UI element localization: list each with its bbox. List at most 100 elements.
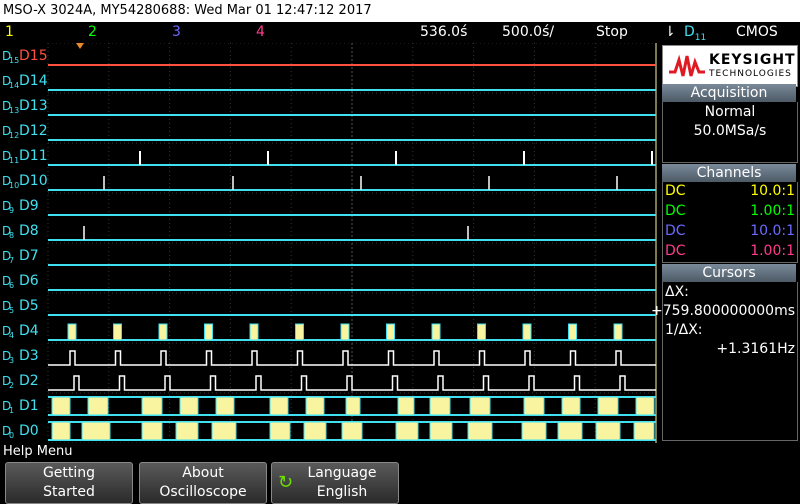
language-softkey[interactable]: ↻ Language English — [271, 462, 399, 504]
pulse-d0 — [429, 421, 453, 441]
ch3-coupling: DC — [665, 223, 686, 239]
channel-sub-d10: 10 — [9, 181, 19, 190]
pulse-d4 — [386, 323, 395, 341]
pulse-d0 — [341, 421, 363, 441]
pulse-d1 — [635, 396, 655, 416]
pulse-d4 — [249, 323, 259, 341]
softkey-label-line2: English — [316, 484, 368, 500]
channel-name-d13: D13 — [19, 98, 48, 114]
logic-type[interactable]: CMOS — [736, 22, 778, 43]
pulse-d1 — [561, 396, 581, 416]
pulse-d1 — [305, 396, 325, 416]
waveform-display[interactable]: D 15 D15 D 14 D14 D 13 D13 D 12 D12 D 11 D11 D 10 D10 D 9 D9… — [0, 42, 660, 444]
pulse-d4 — [158, 323, 168, 341]
keysight-logo: KEYSIGHT TECHNOLOGIES — [662, 45, 798, 87]
pulse-d1 — [51, 396, 71, 416]
pulse-d0 — [395, 421, 419, 441]
pulse-d1 — [179, 396, 199, 416]
sample-rate: 50.0MSa/s — [693, 123, 767, 139]
channel-sub-d6: 6 — [9, 281, 14, 290]
title-bar: MSO-X 3024A, MY54280688: Wed Mar 01 12:4… — [0, 0, 800, 22]
pulse-d0 — [175, 421, 199, 441]
softkey-label-line2: Started — [43, 484, 95, 500]
softkey-label-line1: Getting — [42, 465, 96, 481]
pulse-d1 — [269, 396, 289, 416]
pulse-d1 — [523, 396, 545, 416]
trigger-edge-icon: ⇂ — [664, 24, 676, 40]
channel-name-d11: D11 — [19, 148, 48, 164]
acquisition-header[interactable]: Acquisition — [662, 84, 796, 102]
trigger-marker-icon — [76, 43, 84, 49]
channel-sub-d13: 13 — [9, 106, 19, 115]
softkey-label-line1: Language — [307, 465, 377, 481]
channel-sub-d11: 11 — [9, 156, 19, 165]
pulse-d4 — [522, 323, 532, 341]
channel-sub-d0: 0 — [9, 431, 14, 440]
right-info-panel: KEYSIGHT TECHNOLOGIES Acquisition Normal… — [651, 43, 800, 443]
pulse-d4 — [613, 323, 623, 341]
ch2-coupling: DC — [665, 203, 686, 219]
ch2-probe: 1.00:1 — [750, 203, 795, 219]
cursors-body: ΔX: +759.800000000ms 1/ΔX: +1.3161Hz — [651, 282, 798, 441]
pulse-d0 — [141, 421, 163, 441]
pulse-d4 — [340, 323, 350, 341]
channels-header[interactable]: Channels — [662, 164, 796, 182]
pulse-d0 — [211, 421, 237, 441]
channel-sub-d1: 1 — [9, 406, 14, 415]
run-state[interactable]: Stop — [596, 22, 628, 43]
about-oscilloscope-softkey[interactable]: About Oscilloscope — [139, 462, 267, 504]
channel-sub-d4: 4 — [9, 331, 14, 340]
trace-d3 — [48, 350, 656, 366]
channel-sub-d9: 9 — [9, 206, 14, 215]
channel-2-indicator[interactable]: 2 — [88, 22, 97, 43]
channel-name-d2: D2 — [19, 373, 39, 389]
pulse-d0 — [51, 421, 71, 441]
ch3-probe: 10.0:1 — [750, 223, 795, 239]
channel-sub-d7: 7 — [9, 256, 14, 265]
channel-sub-d2: 2 — [9, 381, 14, 390]
channel-name-d1: D1 — [19, 398, 39, 414]
delta-x-value: +759.800000000ms — [651, 303, 795, 319]
waveform-svg: D15 D15D14 D14D13 D13D12 D12D11 D11D10 D10D9 D9… — [2, 42, 657, 444]
acquisition-body: Normal 50.0MSa/s — [662, 102, 798, 163]
pulse-d0 — [557, 421, 583, 441]
pulse-d1 — [597, 396, 619, 416]
pulse-d1 — [141, 396, 163, 416]
channel-1-indicator[interactable]: 1 — [5, 22, 14, 43]
acquisition-mode: Normal — [704, 104, 756, 120]
cursors-header[interactable]: Cursors — [662, 264, 796, 282]
channel-name-d3: D3 — [19, 348, 39, 364]
brand-name: KEYSIGHT — [709, 52, 796, 68]
pulse-d1 — [397, 396, 415, 416]
ch1-probe: 10.0:1 — [750, 183, 795, 199]
channel-sub-d12: 12 — [9, 131, 19, 140]
brand-sub: TECHNOLOGIES — [709, 69, 792, 79]
pulse-d1 — [345, 396, 361, 416]
channel-sub-d8: 8 — [9, 231, 14, 240]
time-per-div[interactable]: 536.0ś — [420, 22, 467, 43]
title-text: MSO-X 3024A, MY54280688: Wed Mar 01 12:4… — [3, 3, 372, 18]
pulse-d0 — [595, 421, 621, 441]
getting-started-softkey[interactable]: Getting Started — [5, 462, 133, 504]
channel-name-d10: D10 — [19, 173, 48, 189]
channel-3-indicator[interactable]: 3 — [172, 22, 181, 43]
channel-sub-d5: 5 — [9, 306, 14, 315]
channel-name-d14: D14 — [19, 73, 48, 89]
trace-d2 — [48, 375, 656, 391]
softkey-label-line2: Oscilloscope — [159, 484, 247, 500]
pulse-d0 — [81, 421, 111, 441]
channel-4-indicator[interactable]: 4 — [256, 22, 265, 43]
inverse-delta-x-value: +1.3161Hz — [716, 341, 795, 357]
channel-name-d12: D12 — [19, 123, 48, 139]
pulse-d1 — [87, 396, 109, 416]
pulse-d0 — [467, 421, 493, 441]
pulse-d0 — [633, 421, 655, 441]
inverse-delta-x-label: 1/ΔX: — [665, 322, 703, 338]
status-bar: 1 2 3 4 536.0ś 500.0ś/ Stop ⇂ D11 CMOS — [0, 22, 800, 43]
pulse-d4 — [477, 323, 486, 341]
pulse-d4 — [431, 323, 441, 341]
delay-value[interactable]: 500.0ś/ — [502, 22, 554, 43]
delta-x-label: ΔX: — [665, 284, 689, 300]
pulse-d0 — [303, 421, 327, 441]
softkey-label-line1: About — [182, 465, 224, 481]
